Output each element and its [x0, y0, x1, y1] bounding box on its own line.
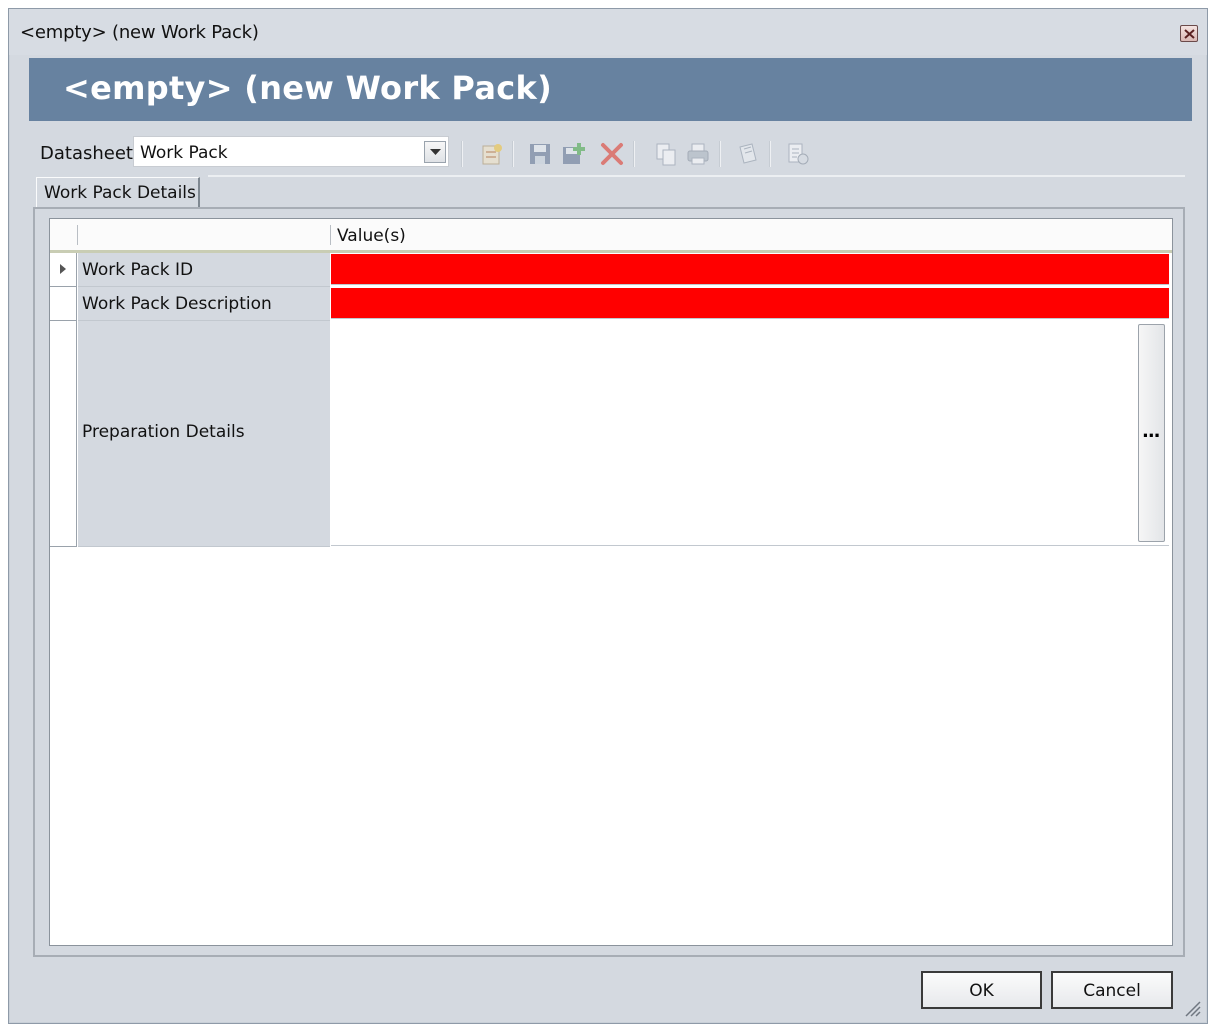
tab-work-pack-details[interactable]: Work Pack Details: [36, 177, 200, 208]
memo-edit-button[interactable]: ...: [1138, 324, 1165, 542]
work-pack-description-field[interactable]: [331, 288, 1169, 319]
work-pack-id-field[interactable]: [331, 254, 1169, 285]
grid-row-preparation-details[interactable]: Preparation Details ...: [50, 321, 1172, 547]
datasheet-grid: Value(s) Work Pack ID Work Pack Descript…: [49, 218, 1173, 946]
row-label-cell: Work Pack ID: [78, 253, 330, 287]
cancel-button-label: Cancel: [1083, 981, 1141, 1001]
copy-icon[interactable]: [653, 141, 679, 167]
close-button[interactable]: [1180, 25, 1198, 42]
banner-title: <empty> (new Work Pack): [63, 69, 552, 107]
save-icon[interactable]: [527, 141, 553, 167]
header-divider: [77, 225, 78, 245]
work-pack-dialog: <empty> (new Work Pack) <empty> (new Wor…: [8, 8, 1208, 1024]
row-label-cell: Preparation Details: [78, 321, 330, 547]
datasheet-dropdown-button[interactable]: [424, 141, 446, 163]
row-label: Work Pack ID: [82, 260, 194, 280]
print-icon[interactable]: [685, 141, 711, 167]
column-header-values[interactable]: Value(s): [337, 226, 406, 246]
grid-row-work-pack-description[interactable]: Work Pack Description: [50, 287, 1172, 321]
ok-button-label: OK: [969, 981, 994, 1001]
datasheet-properties-icon[interactable]: [785, 141, 811, 167]
toolbar-separator: [461, 141, 463, 167]
current-row-arrow-icon: [60, 264, 66, 274]
toolbar-separator: [512, 141, 514, 167]
window-title: <empty> (new Work Pack): [20, 22, 259, 43]
toolbar: Datasheet Work Pack: [9, 133, 1207, 173]
cancel-button[interactable]: Cancel: [1051, 971, 1173, 1009]
delete-icon[interactable]: [599, 141, 625, 167]
reference-icon[interactable]: [735, 141, 761, 167]
title-bar[interactable]: <empty> (new Work Pack): [9, 9, 1207, 55]
chevron-down-icon: [430, 149, 441, 155]
row-selector[interactable]: [50, 287, 77, 321]
new-record-icon[interactable]: [479, 141, 505, 167]
row-label: Preparation Details: [82, 422, 245, 442]
toolbar-separator: [769, 141, 771, 167]
grid-header: Value(s): [50, 219, 1172, 253]
resize-grip-icon[interactable]: [1183, 999, 1201, 1017]
toolbar-separator: [633, 141, 635, 167]
datasheet-select[interactable]: Work Pack: [133, 136, 449, 167]
grid-row-work-pack-id[interactable]: Work Pack ID: [50, 253, 1172, 287]
preparation-details-field[interactable]: ...: [331, 322, 1169, 546]
tab-strip-line: [208, 175, 1185, 177]
ellipsis-icon: ...: [1142, 421, 1160, 442]
row-label-cell: Work Pack Description: [78, 287, 330, 321]
toolbar-separator: [719, 141, 721, 167]
ok-button[interactable]: OK: [921, 971, 1042, 1009]
row-label: Work Pack Description: [82, 294, 272, 314]
datasheet-select-value: Work Pack: [140, 143, 228, 163]
row-selector[interactable]: [50, 253, 77, 287]
datasheet-label: Datasheet: [40, 143, 133, 164]
tab-label: Work Pack Details: [44, 183, 196, 203]
close-icon: [1184, 29, 1195, 39]
header-banner: <empty> (new Work Pack): [29, 58, 1192, 121]
tab-panel: Value(s) Work Pack ID Work Pack Descript…: [33, 207, 1185, 957]
row-selector[interactable]: [50, 321, 77, 547]
header-divider: [330, 225, 331, 245]
save-and-new-icon[interactable]: [561, 141, 587, 167]
